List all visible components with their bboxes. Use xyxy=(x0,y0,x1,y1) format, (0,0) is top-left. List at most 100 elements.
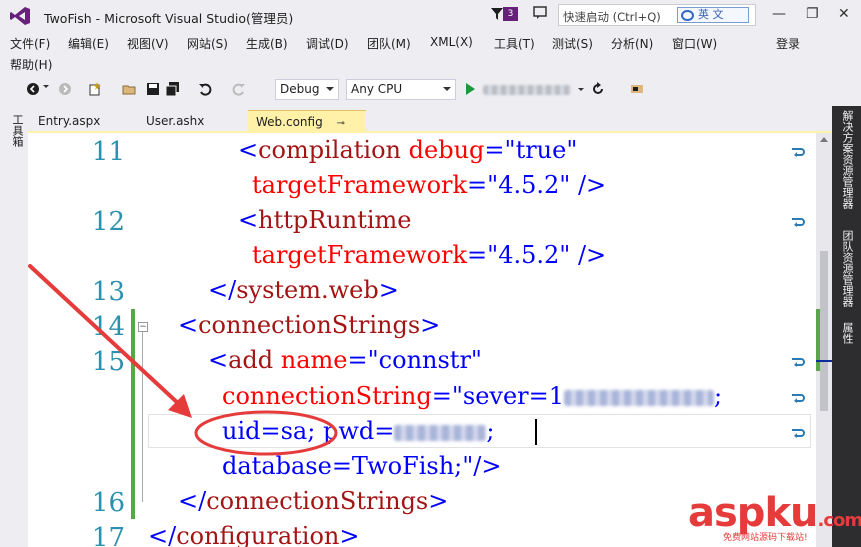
line-number: 11 xyxy=(91,137,125,167)
solution-configuration-value: Debug xyxy=(280,82,320,96)
back-dropdown-icon[interactable] xyxy=(43,85,49,88)
properties-tab[interactable]: 属性 xyxy=(839,322,855,344)
code-line-12a: <httpRuntime xyxy=(238,206,412,234)
menu-team[interactable]: 团队(M) xyxy=(367,35,411,52)
undo-icon[interactable] xyxy=(198,82,212,96)
navigate-forward-icon[interactable] xyxy=(58,82,72,96)
tab-user-ashx[interactable]: User.ashx xyxy=(138,110,212,133)
quick-launch-placeholder: 快速启动 (Ctrl+Q) xyxy=(563,10,661,24)
window-title: TwoFish - Microsoft Visual Studio(管理员) xyxy=(44,11,294,26)
redacted-password xyxy=(394,424,487,441)
pin-tab-icon[interactable]: ⊸ xyxy=(337,118,345,129)
tab-entry-aspx[interactable]: Entry.aspx xyxy=(30,110,108,133)
ime-logo-icon xyxy=(681,10,694,21)
word-wrap-icon xyxy=(792,358,805,367)
toolbox-tab[interactable]: 工具箱 xyxy=(9,114,25,147)
scroll-thumb[interactable] xyxy=(820,251,828,411)
code-line-16: </connectionStrings> xyxy=(178,487,449,515)
word-wrap-icon xyxy=(792,429,805,438)
tab-web-config[interactable]: Web.config ⊸ ✕ xyxy=(248,110,366,143)
solution-configuration-select[interactable]: Debug xyxy=(275,79,339,100)
line-number: 14 xyxy=(91,312,125,342)
tab-label: Web.config xyxy=(256,115,323,129)
code-line-11a: <compilation debug="true" xyxy=(238,136,578,164)
solution-explorer-tab[interactable]: 解决方案资源管理器 xyxy=(839,110,855,209)
scroll-up-icon[interactable] xyxy=(820,137,828,142)
document-tab-bar: Entry.aspx User.ashx Web.config ⊸ ✕ xyxy=(28,106,832,143)
line-number: 13 xyxy=(91,277,125,307)
tab-label: User.ashx xyxy=(146,114,205,128)
watermark-subtitle: 免费网站源码下载站! xyxy=(723,533,808,543)
scroll-caret-marker xyxy=(816,360,832,362)
change-indicator xyxy=(131,309,135,519)
save-all-icon[interactable] xyxy=(166,82,180,96)
menu-debug[interactable]: 调试(D) xyxy=(306,35,349,52)
code-editor[interactable]: − 11 12 13 14 15 16 17 <compilation debu… xyxy=(28,133,816,547)
code-line-15d: database=TwoFish;"/> xyxy=(222,452,502,480)
editor-vertical-scrollbar[interactable] xyxy=(816,133,832,547)
start-debugging-icon[interactable] xyxy=(466,83,475,95)
visual-studio-logo-icon xyxy=(10,7,30,25)
menu-build[interactable]: 生成(B) xyxy=(246,35,288,52)
tab-label: Entry.aspx xyxy=(38,114,101,128)
menu-tools[interactable]: 工具(T) xyxy=(494,35,535,52)
solution-platform-select[interactable]: Any CPU xyxy=(346,79,456,100)
outline-line xyxy=(142,332,143,502)
open-file-icon[interactable] xyxy=(122,82,136,96)
redo-icon[interactable] xyxy=(232,82,246,96)
menu-bar: 文件(F) 编辑(E) 视图(V) 网站(S) 生成(B) 调试(D) 团队(M… xyxy=(0,32,861,74)
word-wrap-icon xyxy=(792,148,805,157)
code-line-14: <connectionStrings> xyxy=(178,311,441,339)
redacted-server-address xyxy=(564,389,715,406)
line-number: 16 xyxy=(91,488,125,518)
new-project-icon[interactable] xyxy=(88,82,102,96)
quick-launch-input[interactable]: 快速启动 (Ctrl+Q) 英 文 xyxy=(558,4,756,26)
menu-file[interactable]: 文件(F) xyxy=(10,35,50,52)
code-line-15c: uid=sa; pwd=; xyxy=(222,417,495,445)
login-link[interactable]: 登录 xyxy=(776,35,800,52)
code-line-11b: targetFramework="4.5.2" /> xyxy=(252,171,607,199)
menu-test[interactable]: 测试(S) xyxy=(552,35,593,52)
menu-edit[interactable]: 编辑(E) xyxy=(68,35,109,52)
minimize-icon[interactable]: — xyxy=(772,6,786,22)
browser-target-redacted[interactable] xyxy=(483,85,571,95)
title-bar: TwoFish - Microsoft Visual Studio(管理员) 3… xyxy=(0,0,861,32)
chevron-down-icon xyxy=(326,87,334,91)
menu-website[interactable]: 网站(S) xyxy=(187,35,228,52)
code-line-12b: targetFramework="4.5.2" /> xyxy=(252,241,607,269)
code-line-15a: <add name="connstr" xyxy=(208,346,482,374)
browser-dropdown-icon[interactable] xyxy=(578,88,584,91)
collapse-toggle-icon[interactable]: − xyxy=(138,322,148,332)
refresh-icon[interactable] xyxy=(591,82,605,96)
restore-icon[interactable]: ❐ xyxy=(806,6,819,22)
text-caret xyxy=(535,419,537,445)
right-dock-strip: 解决方案资源管理器 团队资源管理器 属性 xyxy=(832,106,861,547)
left-dock-strip: 工具箱 xyxy=(0,106,28,547)
code-line-13: </system.web> xyxy=(208,276,399,304)
line-number: 17 xyxy=(91,523,125,547)
ime-indicator[interactable]: 英 文 xyxy=(677,7,749,23)
menu-window[interactable]: 窗口(W) xyxy=(672,35,717,52)
save-icon[interactable] xyxy=(146,82,160,96)
standard-toolbar: Debug Any CPU xyxy=(0,76,861,104)
solution-platform-value: Any CPU xyxy=(351,82,403,96)
menu-help[interactable]: 帮助(H) xyxy=(10,56,52,73)
code-line-17: </configuration> xyxy=(148,522,360,547)
ime-label: 英 文 xyxy=(698,8,724,21)
close-window-icon[interactable]: ✕ xyxy=(838,6,850,22)
filter-icon[interactable] xyxy=(490,7,504,21)
menu-analyze[interactable]: 分析(N) xyxy=(611,35,653,52)
menu-view[interactable]: 视图(V) xyxy=(127,35,169,52)
chevron-down-icon xyxy=(443,87,451,91)
word-wrap-icon xyxy=(792,218,805,227)
feedback-icon[interactable] xyxy=(533,6,547,20)
browser-link-icon[interactable] xyxy=(630,82,644,96)
code-line-15b: connectionString="sever=1; xyxy=(222,382,723,410)
word-wrap-icon xyxy=(792,394,805,403)
line-number: 12 xyxy=(91,207,125,237)
team-explorer-tab[interactable]: 团队资源管理器 xyxy=(839,230,855,307)
navigate-back-icon[interactable] xyxy=(26,82,40,96)
line-number: 15 xyxy=(91,347,125,377)
menu-xml[interactable]: XML(X) xyxy=(430,35,473,49)
notification-badge[interactable]: 3 xyxy=(503,7,518,21)
